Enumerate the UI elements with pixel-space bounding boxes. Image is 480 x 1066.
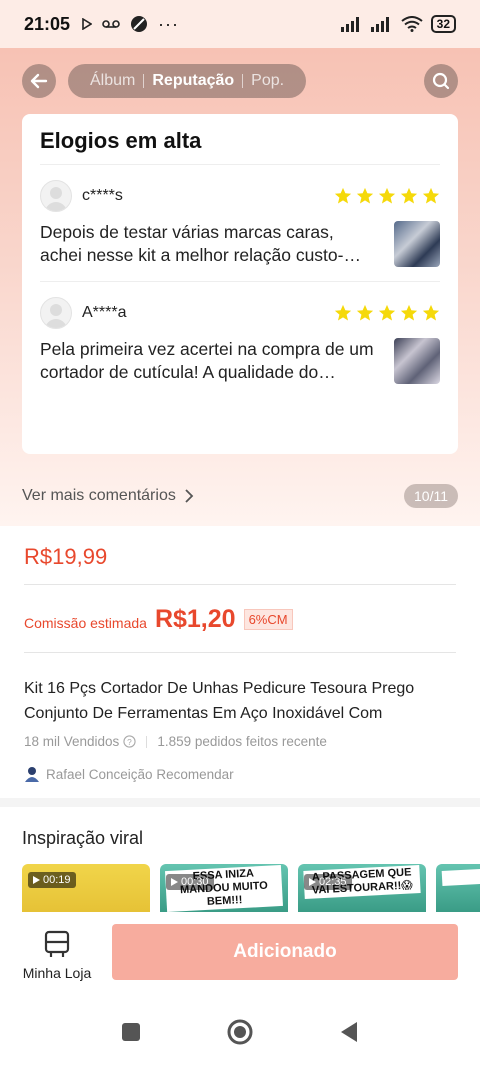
top-nav: Álbum Reputação Pop.: [22, 64, 458, 98]
star-icon: [422, 187, 440, 204]
reviewer-name: A****a: [82, 304, 127, 321]
video-duration: 02:35: [304, 874, 352, 890]
video-duration: 00:30: [166, 874, 214, 890]
star-icon: [334, 187, 352, 204]
star-icon: [422, 304, 440, 321]
svg-text:?: ?: [127, 737, 132, 747]
back-button[interactable]: [22, 64, 56, 98]
review-photo[interactable]: [394, 338, 440, 384]
page-indicator: 10/11: [404, 484, 458, 508]
battery-icon: 32: [430, 15, 456, 33]
status-notification-icons: ···: [82, 14, 179, 35]
added-button[interactable]: Adicionado: [112, 924, 458, 980]
wifi-icon: [401, 16, 423, 32]
more-dots-icon: ···: [158, 13, 180, 34]
recommender-row: Rafael Conceição Recomendar: [24, 766, 234, 782]
play-icon: [171, 878, 178, 886]
review-photo[interactable]: [394, 221, 440, 267]
inspiration-title: Inspiração viral: [22, 828, 144, 848]
product-price: R$19,99: [24, 544, 108, 569]
star-icon: [378, 304, 396, 321]
video-thumbnail[interactable]: ESSA INIZA MANDOU MUITO BEM!!! 00:30: [160, 864, 288, 912]
my-store-label[interactable]: Minha Loja: [22, 965, 92, 981]
star-icon: [378, 187, 396, 204]
video-carousel: 00:19 ESSA INIZA MANDOU MUITO BEM!!! 00:…: [22, 864, 480, 912]
status-system-icons: 32: [340, 15, 456, 33]
video-thumbnail[interactable]: 00:19: [22, 864, 150, 912]
play-icon: [82, 18, 93, 30]
recommender-text: Rafael Conceição Recomendar: [46, 766, 234, 782]
star-icon: [334, 304, 352, 321]
help-icon[interactable]: ?: [123, 735, 136, 748]
more-comments-link[interactable]: Ver mais comentários 10/11: [22, 482, 458, 510]
recent-orders: 1.859 pedidos feitos recente: [157, 734, 327, 749]
battery-level: 32: [436, 17, 450, 31]
review-text: Pela primeira vez acertei na compra de u…: [40, 339, 374, 382]
dnd-icon: [131, 16, 148, 32]
video-thumbnail[interactable]: ISLENE: [436, 864, 480, 912]
video-thumbnail[interactable]: A PASSAGEM QUE VAI ESTOURAR!!😱 02:35: [298, 864, 426, 912]
recommender-avatar-icon: [25, 767, 39, 782]
reputation-section: Álbum Reputação Pop. Elogios em alta c**…: [0, 48, 480, 526]
play-icon: [33, 876, 40, 884]
review-item[interactable]: A****a Pela primeira vez acertei na comp…: [40, 282, 440, 398]
play-icon: [309, 878, 316, 886]
star-icon: [356, 304, 374, 321]
commission-label: Comissão estimada: [24, 615, 147, 631]
star-icon: [400, 187, 418, 204]
back-nav-icon[interactable]: [339, 1021, 359, 1043]
bottom-action-bar: Minha Loja Adicionado: [0, 912, 480, 992]
recents-icon[interactable]: [121, 1022, 141, 1042]
product-title: Kit 16 Pçs Cortador De Unhas Pedicure Te…: [24, 680, 415, 722]
search-button[interactable]: [424, 64, 458, 98]
store-icon: [44, 930, 70, 957]
star-rating: [334, 187, 440, 205]
video-caption: ISLENE: [441, 864, 480, 887]
reviews-card: Elogios em alta c****s Depois de testar …: [22, 114, 458, 454]
card-title: Elogios em alta: [40, 128, 440, 165]
search-icon: [432, 72, 450, 90]
divider: [146, 735, 148, 748]
arrow-left-icon: [30, 73, 48, 89]
divider: [24, 652, 456, 653]
commission-row: Comissão estimada R$1,20 6%CM: [24, 600, 293, 638]
review-text: Depois de testar várias marcas caras, ac…: [40, 222, 344, 265]
reviewer-name: c****s: [82, 187, 123, 204]
review-item[interactable]: c****s Depois de testar várias marcas ca…: [40, 165, 440, 282]
signal-icon: [340, 17, 359, 32]
tab-album[interactable]: Álbum: [82, 72, 143, 90]
avatar: [40, 180, 72, 212]
star-rating: [334, 304, 440, 322]
section-separator: [0, 798, 480, 807]
tab-pop[interactable]: Pop.: [243, 72, 292, 90]
status-bar: 21:05 ··· 32: [0, 0, 480, 48]
home-icon[interactable]: [227, 1019, 253, 1045]
more-comments-label[interactable]: Ver mais comentários: [22, 487, 176, 505]
sold-count: 18 mil Vendidos: [24, 734, 120, 749]
commission-badge: 6%CM: [243, 608, 293, 630]
voicemail-icon: [102, 20, 120, 28]
star-icon: [356, 187, 374, 204]
status-time: 21:05: [24, 13, 71, 34]
sales-stats: 18 mil Vendidos ? 1.859 pedidos feitos r…: [24, 734, 327, 749]
star-icon: [400, 304, 418, 321]
chevron-right-icon: [185, 489, 194, 503]
commission-value: R$1,20: [154, 604, 236, 633]
system-nav-bar: [0, 998, 480, 1066]
my-store-button[interactable]: Minha Loja: [22, 930, 92, 981]
video-duration: 00:19: [28, 872, 76, 888]
divider: [24, 584, 456, 585]
signal-icon-2: [370, 17, 389, 32]
avatar: [40, 297, 72, 329]
tab-reputation[interactable]: Reputação: [144, 72, 242, 90]
section-tabs: Álbum Reputação Pop.: [68, 64, 307, 98]
